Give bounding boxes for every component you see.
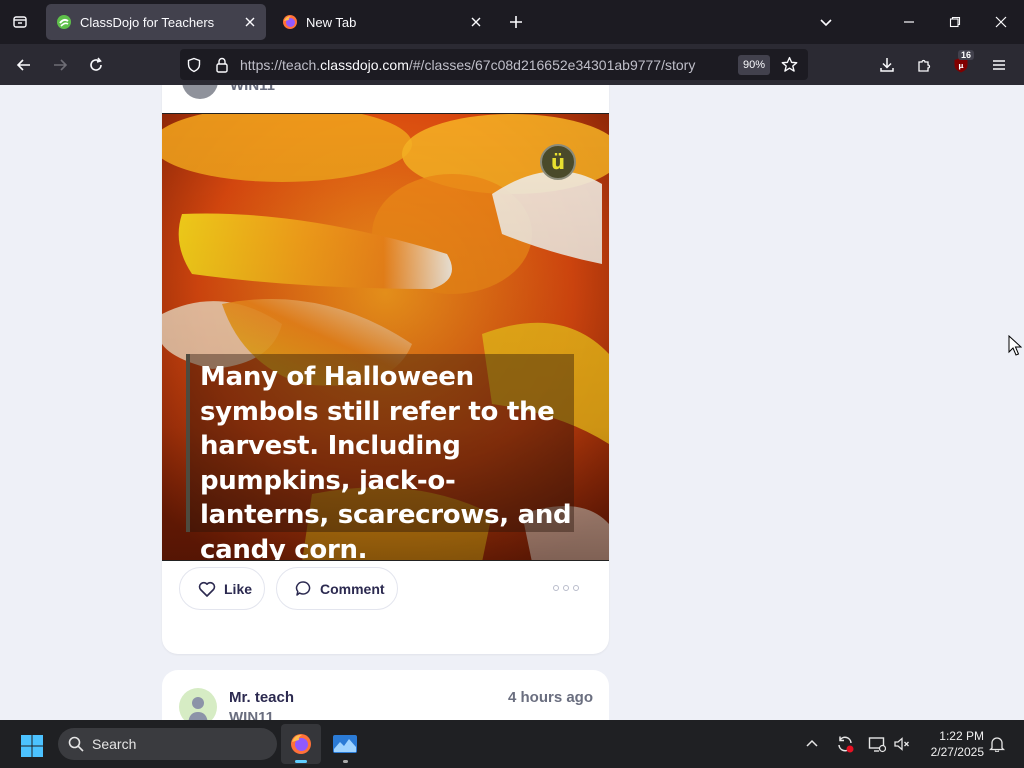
new-tab-plus-icon[interactable]	[502, 8, 530, 36]
post-header: WIN11	[182, 85, 582, 113]
post-actions: Like Comment	[179, 567, 599, 611]
more-options-icon[interactable]	[553, 581, 579, 595]
classdojo-logo-icon	[57, 15, 71, 29]
extensions-puzzle-icon[interactable]	[909, 50, 939, 80]
comment-button[interactable]: Comment	[276, 567, 398, 610]
comment-bubble-icon	[295, 581, 311, 596]
lock-icon[interactable]	[208, 51, 236, 79]
hamburger-menu-icon[interactable]	[984, 50, 1014, 80]
watermark-logo-icon: ü	[540, 144, 576, 180]
story-post-card: WIN11 ü Many of Halloween symbols still …	[162, 85, 609, 654]
comment-label: Comment	[320, 580, 385, 597]
navigation-toolbar: https://teach.classdojo.com/#/classes/67…	[0, 44, 1024, 85]
tab-new-tab[interactable]: New Tab	[272, 4, 492, 40]
volume-muted-icon[interactable]	[890, 732, 914, 756]
taskbar-app-2[interactable]	[325, 724, 365, 764]
bookmark-star-icon[interactable]	[776, 52, 802, 78]
restore-window-icon[interactable]	[932, 0, 978, 44]
taskbar-search-box[interactable]: Search	[58, 728, 277, 760]
back-arrow-icon[interactable]	[9, 50, 39, 80]
minimize-window-icon[interactable]	[886, 0, 932, 44]
search-label: Search	[92, 736, 137, 752]
tab-title: New Tab	[306, 14, 357, 30]
close-window-icon[interactable]	[978, 0, 1024, 44]
image-caption-overlay: Many of Halloween symbols still refer to…	[186, 354, 574, 560]
firefox-logo-icon	[291, 734, 311, 754]
clock-date: 2/27/2025	[930, 745, 984, 759]
story-feed: WIN11 ü Many of Halloween symbols still …	[0, 85, 1024, 720]
firefox-view-icon[interactable]	[6, 8, 34, 36]
image-caption-text: Many of Halloween symbols still refer to…	[200, 362, 572, 561]
taskbar-firefox-app[interactable]	[281, 724, 321, 764]
url-text[interactable]: https://teach.classdojo.com/#/classes/67…	[240, 57, 738, 73]
network-display-icon[interactable]	[865, 732, 889, 756]
post-timestamp: 4 hours ago	[507, 689, 593, 706]
notification-bell-icon[interactable]	[985, 732, 1009, 756]
sync-status-icon[interactable]	[833, 732, 857, 756]
firefox-logo-icon	[283, 15, 297, 29]
windows-taskbar: Search 1:22 PM 2/27/2025	[0, 720, 1024, 768]
forward-arrow-icon[interactable]	[45, 50, 75, 80]
downloads-icon[interactable]	[872, 50, 902, 80]
like-button[interactable]: Like	[179, 567, 265, 610]
mouse-cursor-icon	[1008, 335, 1022, 356]
close-tab-icon[interactable]	[238, 10, 262, 34]
story-post-card: Mr. teach WIN11 4 hours ago	[162, 670, 609, 720]
url-bar[interactable]: https://teach.classdojo.com/#/classes/67…	[180, 49, 808, 80]
svg-text:µ: µ	[958, 62, 963, 70]
zoom-level-button[interactable]: 90%	[737, 54, 770, 75]
chevron-down-icon[interactable]	[812, 8, 840, 36]
browser-tab-strip: ClassDojo for Teachers New Tab	[0, 0, 1024, 44]
tab-classdojo[interactable]: ClassDojo for Teachers	[46, 4, 266, 40]
url-path: /#/classes/67c08d216652e34301ab9777/stor…	[408, 56, 696, 73]
class-name: WIN11	[230, 85, 276, 94]
extension-badge-count: 16	[958, 50, 975, 60]
tab-title: ClassDojo for Teachers	[80, 14, 215, 30]
url-host: classdojo.com	[320, 56, 409, 73]
image-viewer-app-icon	[333, 735, 357, 753]
search-icon	[68, 736, 84, 752]
clock-time: 1:22 PM	[939, 729, 984, 743]
heart-icon	[198, 581, 216, 597]
teacher-name[interactable]: Mr. teach	[229, 689, 294, 706]
close-tab-icon[interactable]	[464, 10, 488, 34]
avatar[interactable]	[179, 688, 217, 720]
show-hidden-icons-chevron-up-icon[interactable]	[800, 732, 824, 756]
avatar	[182, 85, 218, 99]
reload-icon[interactable]	[81, 50, 111, 80]
taskbar-clock[interactable]: 1:22 PM 2/27/2025	[918, 728, 984, 760]
url-prefix: https://teach.	[240, 56, 321, 73]
class-name: WIN11	[229, 709, 275, 720]
tracking-shield-icon[interactable]	[180, 51, 208, 79]
windows-start-icon[interactable]	[14, 728, 50, 764]
like-label: Like	[224, 580, 253, 597]
post-image[interactable]: ü Many of Halloween symbols still refer …	[162, 113, 609, 561]
